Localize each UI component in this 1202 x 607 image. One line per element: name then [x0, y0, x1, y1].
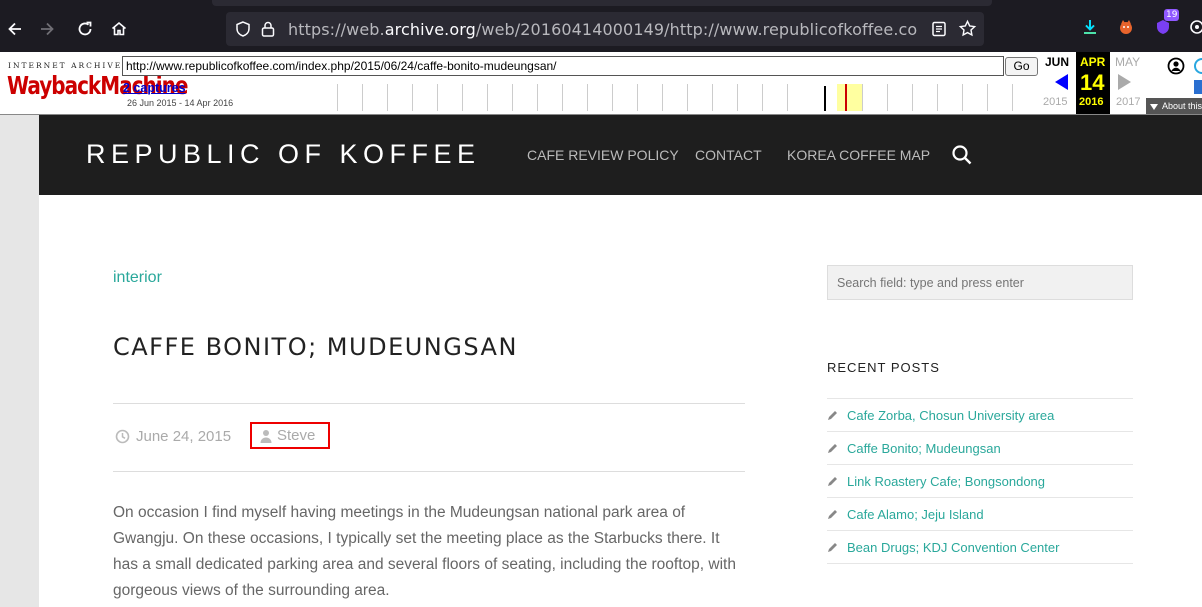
- pencil-icon: [827, 476, 847, 487]
- capture-mark-2015[interactable]: [824, 86, 826, 111]
- recent-post-link[interactable]: Caffe Bonito; Mudeungsan: [847, 441, 1001, 456]
- category-link[interactable]: interior: [113, 269, 162, 287]
- pencil-icon: [827, 542, 847, 553]
- list-item: Cafe Zorba, Chosun University area: [827, 398, 1133, 432]
- active-tab[interactable]: [212, 0, 992, 6]
- prev-year-label[interactable]: 2015: [1043, 96, 1067, 108]
- account-icon[interactable]: [1167, 57, 1185, 79]
- share-icon[interactable]: [1194, 80, 1202, 94]
- back-icon[interactable]: [0, 14, 30, 44]
- extension-fox-icon[interactable]: [1113, 14, 1139, 40]
- post-body: On occasion I find myself having meeting…: [113, 504, 736, 599]
- list-item: Caffe Bonito; Mudeungsan: [827, 432, 1133, 465]
- captures-link[interactable]: 2 captures: [123, 81, 186, 95]
- current-capture-date: APR 14 2016: [1076, 52, 1110, 114]
- current-month-label: APR: [1080, 55, 1106, 69]
- divider: [113, 471, 745, 472]
- bookmark-star-icon[interactable]: [958, 19, 977, 42]
- clock-icon: [115, 429, 130, 444]
- recent-post-link[interactable]: Cafe Zorba, Chosun University area: [847, 408, 1054, 423]
- extension-shield-icon[interactable]: 19: [1150, 9, 1180, 40]
- reload-icon[interactable]: [70, 14, 100, 44]
- post-title: CAFFE BONITO; MUDEUNGSAN: [113, 333, 518, 361]
- prev-month-label[interactable]: JUN: [1045, 55, 1069, 69]
- wayback-url-input[interactable]: [122, 56, 1004, 76]
- captures-date-range: 26 Jun 2015 - 14 Apr 2016: [127, 98, 234, 108]
- help-icon[interactable]: [1193, 57, 1202, 79]
- divider: [113, 403, 745, 404]
- url-path: /web/20160414000149/http://www.republico…: [475, 20, 918, 39]
- tracking-shield-icon[interactable]: [234, 20, 252, 42]
- pencil-icon: [827, 410, 847, 421]
- recent-posts-heading: RECENT POSTS: [827, 360, 940, 375]
- list-item: Cafe Alamo; Jeju Island: [827, 498, 1133, 531]
- current-year-label: 2016: [1079, 96, 1104, 108]
- wayback-go-button[interactable]: Go: [1005, 57, 1038, 76]
- reader-view-icon[interactable]: [930, 20, 948, 42]
- recent-post-link[interactable]: Bean Drugs; KDJ Convention Center: [847, 540, 1059, 555]
- next-year-label: 2017: [1116, 96, 1141, 108]
- home-icon[interactable]: [104, 14, 134, 44]
- content-area: interior CAFFE BONITO; MUDEUNGSAN June 2…: [39, 195, 1202, 607]
- extensions-puzzle-icon[interactable]: [1184, 14, 1202, 40]
- current-day-label: 14: [1080, 70, 1105, 95]
- post-date[interactable]: June 24, 2015: [115, 428, 231, 445]
- sidebar-search-input[interactable]: [827, 265, 1133, 300]
- browser-toolbar: https://web.archive.org/web/201604140001…: [0, 0, 1202, 52]
- download-icon[interactable]: [1077, 14, 1103, 40]
- current-year-highlight: [837, 84, 862, 111]
- capture-sparkline[interactable]: [337, 84, 1037, 111]
- pencil-icon: [827, 509, 847, 520]
- list-item: Link Roastery Cafe; Bongsondong: [827, 465, 1133, 498]
- list-item: Bean Drugs; KDJ Convention Center: [827, 531, 1133, 564]
- site-title[interactable]: REPUBLIC OF KOFFEE: [86, 139, 481, 170]
- recent-post-link[interactable]: Cafe Alamo; Jeju Island: [847, 507, 984, 522]
- search-icon[interactable]: [951, 144, 973, 170]
- address-bar[interactable]: https://web.archive.org/web/201604140001…: [226, 12, 984, 46]
- menu-item-contact[interactable]: CONTACT: [695, 147, 762, 163]
- next-capture-arrow-icon: [1116, 73, 1132, 95]
- prev-capture-arrow-icon[interactable]: [1054, 73, 1070, 95]
- extension-badge: 19: [1164, 9, 1180, 21]
- page-viewport: REPUBLIC OF KOFFEE CAFE REVIEW POLICY CO…: [0, 115, 1202, 607]
- page-gutter: [0, 115, 39, 607]
- menu-item-cafe-review-policy[interactable]: CAFE REVIEW POLICY: [527, 147, 679, 163]
- menu-item-korea-coffee-map[interactable]: KOREA COFFEE MAP: [787, 147, 930, 163]
- url-domain: archive.org: [384, 20, 476, 39]
- internet-archive-logo-text: INTERNET ARCHIVE: [8, 61, 123, 70]
- user-icon: [260, 429, 272, 443]
- current-capture-mark[interactable]: [845, 84, 847, 111]
- next-month-label: MAY: [1115, 55, 1141, 69]
- url-text[interactable]: https://web.archive.org/web/201604140001…: [288, 20, 918, 39]
- pencil-icon: [827, 443, 847, 454]
- sparkline-month[interactable]: [787, 84, 824, 111]
- post-date-text: June 24, 2015: [136, 428, 232, 445]
- recent-posts-list: Cafe Zorba, Chosun University area Caffe…: [827, 398, 1133, 564]
- lock-icon[interactable]: [260, 20, 276, 42]
- post-author-name: Steve: [277, 427, 316, 444]
- wayback-toolbar: INTERNET ARCHIVE WaybackMachine Go 2 cap…: [0, 52, 1202, 115]
- post-author[interactable]: Steve: [250, 422, 330, 449]
- about-capture-button[interactable]: About this capture: [1146, 98, 1202, 114]
- site-header: REPUBLIC OF KOFFEE CAFE REVIEW POLICY CO…: [39, 115, 1202, 195]
- forward-icon[interactable]: [32, 14, 62, 44]
- url-prefix: https://web.: [288, 20, 385, 39]
- recent-post-link[interactable]: Link Roastery Cafe; Bongsondong: [847, 474, 1045, 489]
- about-capture-label: About this capture: [1162, 101, 1202, 111]
- caret-down-icon: [1150, 103, 1158, 110]
